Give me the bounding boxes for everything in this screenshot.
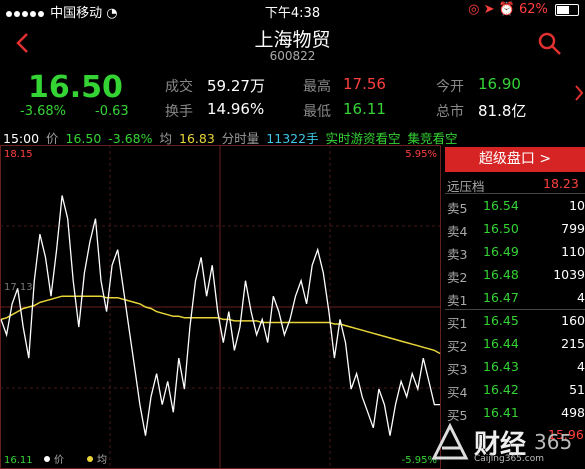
bid-label: 买2 — [447, 339, 468, 354]
chevron-right-icon — [575, 85, 584, 101]
minute-info-bar: 15:00 价 16.50 -3.68% 均 16.83 分时量 11322手 … — [0, 128, 585, 146]
mktcap-label: 总市 — [436, 104, 464, 120]
status-bar: 中国移动 ◔ 下午4:38 ◎ ➤ ⏰ 62% — [0, 0, 585, 21]
low-value: 16.11 — [343, 100, 386, 118]
stock-code: 600822 — [269, 49, 316, 63]
ask-label: 卖2 — [447, 270, 468, 285]
ask-row[interactable]: 卖1 16.47 4 — [445, 290, 585, 310]
current-price: 16.50 — [28, 70, 123, 105]
axis-top-left: 18.15 — [4, 149, 33, 160]
info-tag-auction[interactable]: 集竞看空 — [408, 131, 458, 146]
ask-price: 16.47 — [483, 290, 519, 305]
logo-icon — [431, 422, 469, 460]
open-label: 今开 — [436, 79, 464, 95]
battery-percent: 62% — [518, 2, 548, 17]
ask-price: 16.49 — [483, 244, 519, 259]
legend-price-dot — [44, 456, 50, 462]
bid-price: 16.43 — [483, 359, 519, 374]
ask-price: 16.48 — [483, 267, 519, 282]
ask-volume: 10 — [569, 198, 585, 213]
volume-label: 成交 — [165, 79, 193, 95]
turnover-label: 换手 — [165, 104, 193, 120]
high-label: 最高 — [303, 79, 331, 95]
info-time: 15:00 — [3, 131, 40, 146]
expand-button[interactable] — [574, 84, 584, 102]
low-label: 最低 — [303, 104, 331, 120]
battery-icon — [555, 3, 579, 16]
ask-label: 卖3 — [447, 247, 468, 262]
lock-icon: ◎ — [468, 2, 480, 17]
bid-price: 16.45 — [483, 313, 519, 328]
high-value: 17.56 — [343, 75, 386, 93]
ask-row[interactable]: 卖2 16.48 1039 — [445, 267, 585, 287]
legend-avg-label: 均 — [97, 454, 107, 466]
legend-avg-dot — [87, 456, 93, 462]
watermark-url: Caijing365.com — [474, 454, 544, 464]
ask-volume: 799 — [561, 221, 585, 236]
bid-volume: 215 — [561, 336, 585, 351]
bid-price: 16.42 — [483, 382, 519, 397]
open-value: 16.90 — [478, 75, 521, 93]
ask-row[interactable]: 卖5 16.54 10 — [445, 198, 585, 218]
bid-label: 买4 — [447, 385, 468, 400]
ask-label: 卖1 — [447, 293, 468, 308]
info-avg-label: 均 — [159, 131, 173, 146]
info-price-label: 价 — [46, 131, 59, 146]
ask-volume: 110 — [561, 244, 585, 259]
axis-bottom-left: 16.11 — [4, 455, 33, 466]
intraday-chart[interactable]: 18.15 5.95% 17.13 16.11 -5.95% 价 均 — [0, 145, 441, 469]
mktcap-value: 81.8亿 — [478, 102, 527, 120]
info-vol-label: 分时量 — [221, 131, 260, 146]
location-icon: ➤ — [483, 2, 495, 17]
ask-volume: 4 — [577, 290, 585, 305]
legend-price-label: 价 — [54, 454, 64, 466]
ask-label: 卖5 — [447, 201, 468, 216]
info-price: 16.50 — [65, 131, 102, 146]
bid-row[interactable]: 买2 16.44 215 — [445, 336, 585, 356]
bid-label: 买1 — [447, 316, 468, 331]
volume-value: 59.27万 — [207, 77, 265, 95]
bid-volume: 4 — [577, 359, 585, 374]
axis-mid-left: 17.13 — [4, 282, 33, 293]
bid-volume: 160 — [561, 313, 585, 328]
bid-row[interactable]: 买4 16.42 51 — [445, 382, 585, 402]
bid-price: 16.44 — [483, 336, 519, 351]
ask-price: 16.54 — [483, 198, 519, 213]
watermark: 财经 365 Caijing365.com — [422, 410, 585, 469]
ask-volume: 1039 — [553, 267, 585, 282]
divider — [445, 309, 585, 310]
search-button[interactable] — [537, 31, 563, 57]
divider — [445, 193, 585, 194]
info-vol: 11322手 — [266, 131, 319, 146]
info-pct: -3.68% — [108, 131, 153, 146]
search-icon — [538, 32, 561, 55]
bid-volume: 51 — [569, 382, 585, 397]
alarm-icon: ⏰ — [498, 2, 515, 17]
turnover-value: 14.96% — [207, 100, 265, 118]
super-orderbook-button[interactable]: 超级盘口 > — [445, 147, 585, 172]
ask-price: 16.50 — [483, 221, 519, 236]
ask-row[interactable]: 卖3 16.49 110 — [445, 244, 585, 264]
change-percent: -3.68% — [20, 104, 66, 119]
info-avg: 16.83 — [179, 131, 215, 146]
change-amount: -0.63 — [95, 104, 129, 119]
resistance-value: 18.23 — [543, 176, 579, 191]
axis-top-right: 5.95% — [405, 149, 437, 160]
info-tag-capital[interactable]: 实时游资看空 — [326, 131, 401, 146]
ask-row[interactable]: 卖4 16.50 799 — [445, 221, 585, 241]
watermark-number: 365 — [534, 430, 573, 454]
bid-row[interactable]: 买3 16.43 4 — [445, 359, 585, 379]
bid-row[interactable]: 买1 16.45 160 — [445, 313, 585, 333]
status-right: ◎ ➤ ⏰ 62% — [468, 2, 579, 17]
ask-label: 卖4 — [447, 224, 468, 239]
page-title: 上海物贸 — [254, 29, 331, 51]
bid-label: 买3 — [447, 362, 468, 377]
